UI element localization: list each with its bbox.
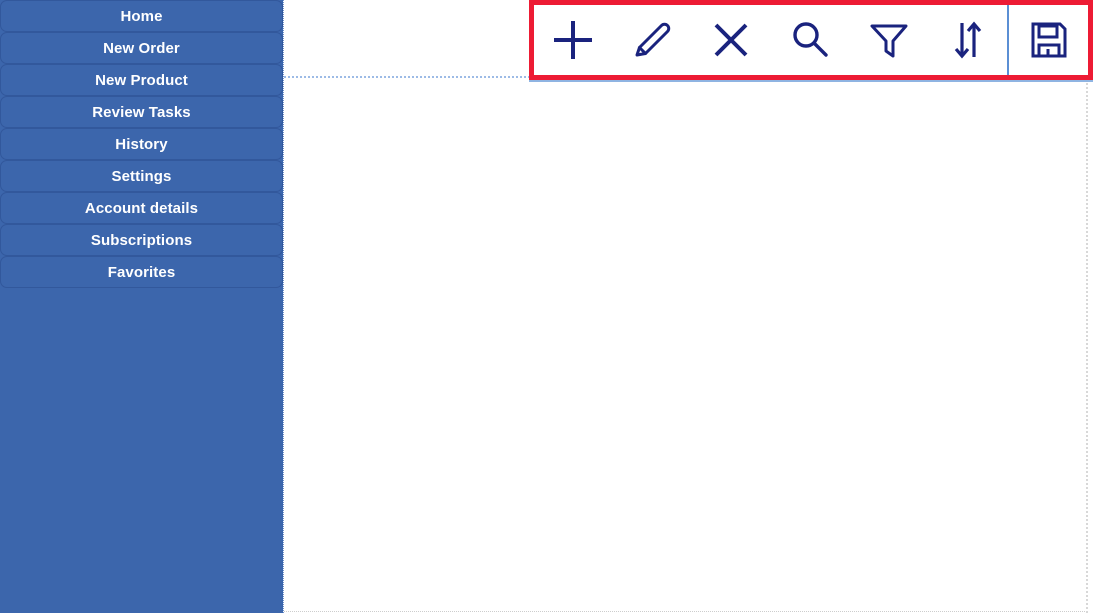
main-content-panel	[284, 0, 1093, 613]
plus-icon	[550, 17, 596, 63]
delete-button[interactable]	[691, 5, 771, 75]
sidebar: Home New Order New Product Review Tasks …	[0, 0, 283, 613]
save-button[interactable]	[1007, 5, 1089, 75]
sidebar-item-review-tasks[interactable]: Review Tasks	[0, 96, 283, 128]
filter-button[interactable]	[849, 5, 929, 75]
edit-button[interactable]	[612, 5, 692, 75]
sidebar-item-label: Favorites	[107, 264, 176, 281]
pencil-icon	[629, 17, 675, 63]
sidebar-item-label: New Product	[95, 72, 188, 89]
sidebar-item-account-details[interactable]: Account details	[0, 192, 283, 224]
sidebar-item-label: Account details	[84, 200, 199, 217]
sidebar-item-subscriptions[interactable]: Subscriptions	[0, 224, 283, 256]
record-actions-toolbar	[529, 0, 1093, 80]
sidebar-item-new-product[interactable]: New Product	[0, 64, 283, 96]
search-button[interactable]	[770, 5, 850, 75]
content-bottom-dotted-divider	[284, 611, 1087, 612]
sidebar-item-label: Home	[120, 8, 163, 25]
content-right-dotted-divider	[1086, 80, 1088, 613]
sidebar-item-label: History	[115, 136, 168, 153]
close-x-icon	[708, 17, 754, 63]
toolbar-bottom-edge	[529, 80, 1093, 82]
sort-button[interactable]	[928, 5, 1008, 75]
search-icon	[787, 17, 833, 63]
sidebar-item-history[interactable]: History	[0, 128, 283, 160]
sidebar-item-home[interactable]: Home	[0, 0, 283, 32]
sidebar-menu-list: Home New Order New Product Review Tasks …	[0, 0, 283, 288]
content-top-dotted-divider	[284, 76, 530, 78]
sidebar-item-label: Subscriptions	[90, 232, 193, 249]
sidebar-item-label: Settings	[111, 168, 172, 185]
sidebar-item-settings[interactable]: Settings	[0, 160, 283, 192]
sidebar-item-label: New Order	[103, 40, 180, 57]
filter-funnel-icon	[866, 17, 912, 63]
save-floppy-icon	[1026, 17, 1072, 63]
add-button[interactable]	[534, 5, 613, 75]
sort-arrows-icon	[945, 17, 991, 63]
sidebar-empty-area	[0, 288, 283, 613]
sidebar-item-label: Review Tasks	[92, 104, 191, 121]
sidebar-item-favorites[interactable]: Favorites	[0, 256, 283, 288]
application-window: Home New Order New Product Review Tasks …	[0, 0, 1093, 613]
sidebar-item-new-order[interactable]: New Order	[0, 32, 283, 64]
